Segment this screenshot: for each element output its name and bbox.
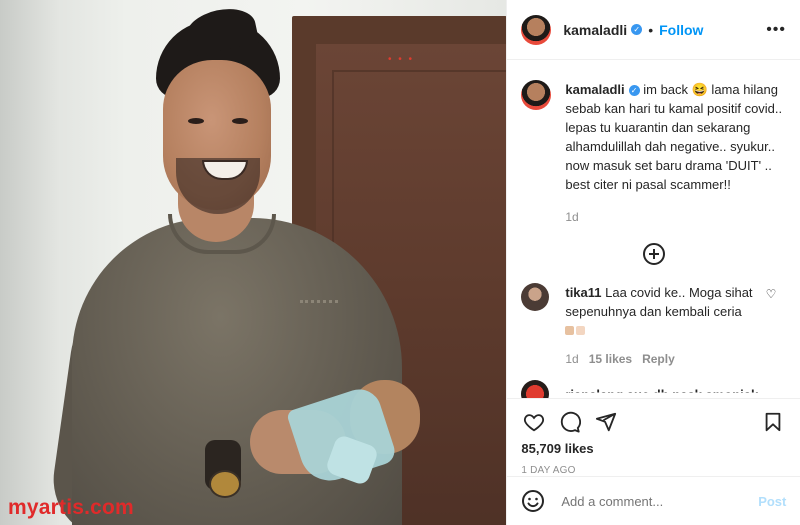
emoji-icon	[576, 326, 586, 335]
comments-section[interactable]: kamaladli ✓ im back 😆 lama hilang sebab k…	[507, 60, 800, 398]
instagram-post: • • • myartis.com kamaladli ✓ • Follow •…	[0, 0, 800, 525]
add-comment-input[interactable]	[559, 492, 734, 510]
commenter-username[interactable]: tika11	[565, 285, 601, 300]
action-bar: 85,709 likes 1 DAY AGO	[507, 398, 800, 476]
caption: kamaladli ✓ im back 😆 lama hilang sebab k…	[507, 60, 800, 227]
comment-heart-icon[interactable]: ♡	[766, 287, 777, 301]
action-icons	[507, 399, 800, 439]
reply-button[interactable]: Reply	[642, 350, 675, 369]
comment-item-partial: rianalang aue dh nask smonjak	[521, 380, 758, 398]
comment-meta: 1d 15 likes Reply	[565, 350, 765, 369]
commenter-avatar[interactable]	[521, 380, 550, 398]
person-eye-right	[232, 118, 248, 124]
caption-time[interactable]: 1d	[565, 208, 784, 227]
person-eye-left	[188, 118, 204, 124]
more-icon[interactable]: •••	[766, 21, 786, 39]
post-sidebar: kamaladli ✓ • Follow ••• kamaladli ✓ im b…	[506, 0, 800, 525]
verified-icon: ✓	[631, 24, 643, 35]
partial-comment-text: rianalang aue dh nask smonjak	[565, 386, 759, 398]
watermark: myartis.com	[8, 496, 134, 519]
wall-shadow	[0, 0, 60, 525]
post-date[interactable]: 1 DAY AGO	[507, 456, 800, 476]
caption-text: im back 😆 lama hilang sebab kan hari tu …	[565, 82, 783, 192]
add-comment-bar: Post	[507, 476, 800, 525]
likes-count[interactable]: 85,709 likes	[507, 439, 800, 456]
emoji-icon	[565, 326, 575, 335]
caption-avatar[interactable]	[521, 80, 552, 110]
follow-button[interactable]: Follow	[659, 22, 703, 38]
wristwatch-face	[209, 470, 241, 498]
door-lights: • • •	[388, 54, 415, 65]
emoji-icon[interactable]	[521, 489, 545, 513]
caption-body: kamaladli ✓ im back 😆 lama hilang sebab k…	[565, 80, 784, 227]
caption-username[interactable]: kamaladli	[565, 82, 624, 97]
comment-icon[interactable]	[559, 411, 582, 433]
author-avatar[interactable]	[521, 14, 552, 45]
post-header: kamaladli ✓ • Follow •••	[507, 0, 800, 60]
post-photo[interactable]: • • • myartis.com	[0, 0, 507, 525]
comment-time[interactable]: 1d	[565, 350, 578, 369]
comment-item: tika11 Laa covid ke.. Moga sihat sepenuh…	[507, 265, 800, 369]
comment-likes[interactable]: 15 likes	[589, 350, 632, 369]
load-more-comments-icon[interactable]	[642, 243, 665, 265]
commenter-avatar[interactable]	[521, 283, 550, 311]
post-comment-button[interactable]: Post	[758, 494, 786, 509]
bookmark-icon[interactable]	[762, 411, 784, 433]
separator-dot: •	[648, 21, 654, 38]
comment-body: tika11 Laa covid ke.. Moga sihat sepenuh…	[565, 283, 765, 369]
author-username[interactable]: kamaladli	[563, 22, 627, 38]
shirt-pocket	[300, 300, 338, 337]
share-icon[interactable]	[595, 411, 617, 433]
verified-icon: ✓	[628, 85, 640, 96]
heart-icon[interactable]	[523, 411, 545, 433]
